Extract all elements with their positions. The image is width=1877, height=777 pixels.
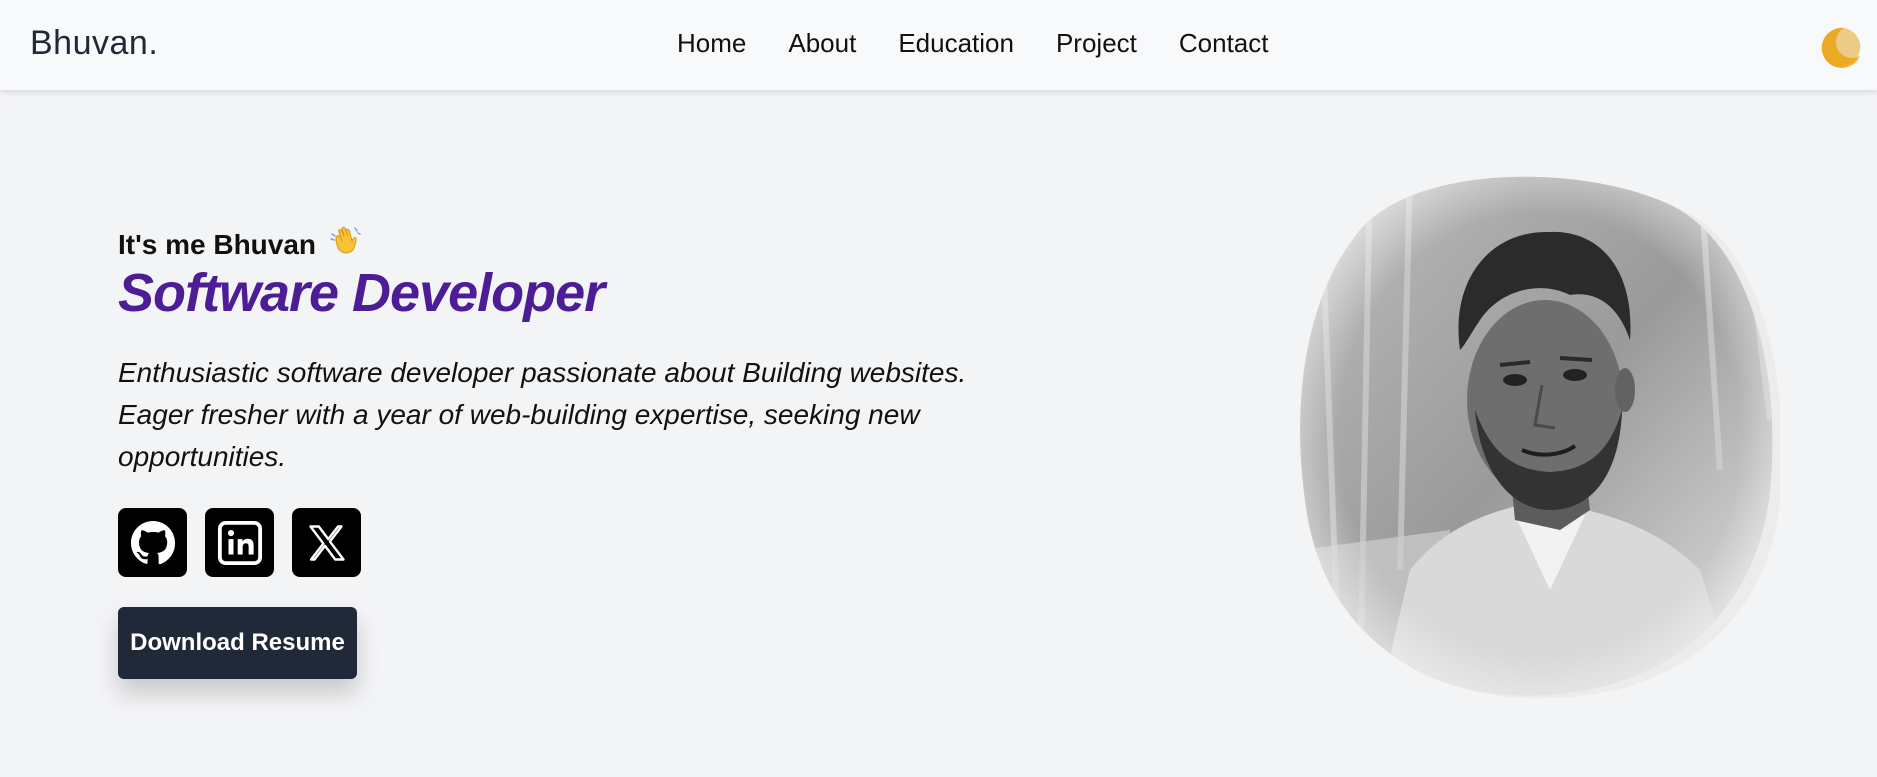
hero-description: Enthusiastic software developer passiona… xyxy=(118,357,967,472)
profile-photo xyxy=(1300,170,1783,700)
linkedin-link[interactable] xyxy=(205,508,274,577)
x-twitter-icon xyxy=(308,524,345,561)
greeting-text: It's me Bhuvan xyxy=(118,228,317,260)
hero-section: It's me Bhuvan Software Developer Enthus… xyxy=(118,0,1018,777)
hero-title: Software Developer xyxy=(118,263,605,323)
github-link[interactable] xyxy=(118,508,187,577)
hero-greeting: It's me Bhuvan xyxy=(118,224,362,265)
moon-icon xyxy=(1821,27,1861,68)
social-links xyxy=(118,508,361,577)
theme-toggle-button[interactable] xyxy=(1814,22,1864,72)
x-twitter-link[interactable] xyxy=(292,508,361,577)
nav-link-project[interactable]: Project xyxy=(1056,28,1137,59)
waving-hand-icon xyxy=(328,224,362,265)
github-icon xyxy=(130,520,175,564)
nav-link-contact[interactable]: Contact xyxy=(1179,28,1269,59)
linkedin-icon xyxy=(217,520,262,565)
download-resume-button[interactable]: Download Resume xyxy=(118,607,357,679)
